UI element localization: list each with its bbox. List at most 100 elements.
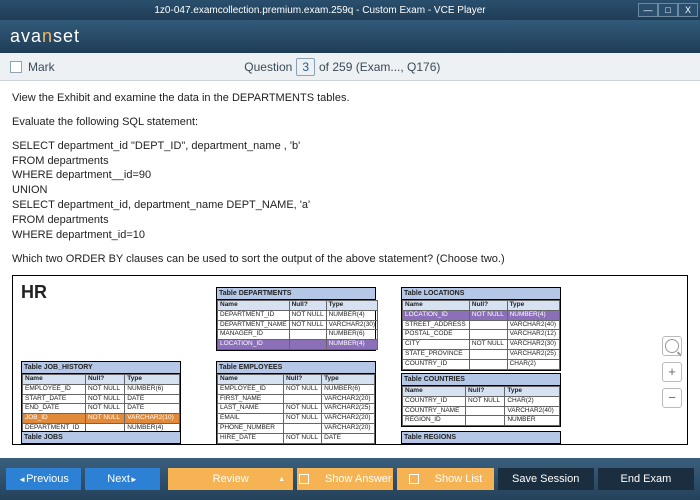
table-caption: Table JOBS <box>22 432 180 444</box>
sql-block: SELECT department_id "DEPT_ID", departme… <box>12 139 688 243</box>
table-cell: NUMBER(4) <box>507 310 559 320</box>
question-label: Question <box>244 60 292 74</box>
close-button[interactable]: X <box>678 3 698 17</box>
table-cell: NOT NULL <box>469 310 507 320</box>
mark-group: Mark <box>10 60 55 74</box>
table-row: LOCATION_IDNOT NULLNUMBER(4) <box>403 310 560 320</box>
zoom-out-button[interactable]: − <box>662 388 682 408</box>
zoom-in-button[interactable]: + <box>662 362 682 382</box>
table-cell: HIRE_DATE <box>218 433 284 443</box>
logo: avanset <box>10 26 80 47</box>
window-controls: — □ X <box>638 3 698 17</box>
table-cell <box>466 406 505 416</box>
col-null: Null? <box>289 301 326 311</box>
table-cell: VARCHAR2(40) <box>505 406 560 416</box>
mark-checkbox[interactable] <box>10 61 22 73</box>
col-type: Type <box>125 375 180 385</box>
col-name: Name <box>403 387 466 397</box>
col-null: Null? <box>85 375 124 385</box>
table-cell: NOT NULL <box>284 414 322 424</box>
tbody-employees: EMPLOYEE_IDNOT NULLNUMBER(6)FIRST_NAMEVA… <box>218 384 375 445</box>
table-departments: Table DEPARTMENTS NameNull?Type DEPARTME… <box>216 287 376 351</box>
table-cell: EMPLOYEE_ID <box>23 384 86 394</box>
table-cell <box>469 350 507 360</box>
previous-button[interactable]: Previous <box>6 468 81 490</box>
table-cell <box>466 416 505 426</box>
table-cell: NOT NULL <box>85 414 124 424</box>
table-cell <box>289 340 326 350</box>
show-list-button[interactable]: Show List <box>397 468 493 490</box>
table-cell: CITY <box>403 340 470 350</box>
table-cell: CHAR(2) <box>507 359 559 369</box>
col-null: Null? <box>466 387 505 397</box>
table-cell: CHAR(2) <box>505 396 560 406</box>
prompt-line-2: Evaluate the following SQL statement: <box>12 115 688 130</box>
table-caption: Table JOB_HISTORY <box>22 362 180 374</box>
table-cell: NOT NULL <box>289 310 326 320</box>
col-type: Type <box>322 375 375 385</box>
save-session-button[interactable]: Save Session <box>498 468 594 490</box>
col-name: Name <box>218 301 290 311</box>
table-cell: NOT NULL <box>289 320 326 330</box>
tbody-departments: DEPARTMENT_IDNOT NULLNUMBER(4)DEPARTMENT… <box>218 310 378 349</box>
table-row: DEPARTMENT_IDNOT NULLNUMBER(4) <box>218 310 378 320</box>
col-null: Null? <box>284 375 322 385</box>
show-list-label: Show List <box>435 473 483 485</box>
table-cell: NOT NULL <box>85 384 124 394</box>
end-exam-button[interactable]: End Exam <box>598 468 694 490</box>
table-cell: LOCATION_ID <box>218 340 290 350</box>
logo-bar: avanset <box>0 20 700 53</box>
question-content: View the Exhibit and examine the data in… <box>0 81 700 458</box>
review-button[interactable]: Review <box>168 468 293 490</box>
table-cell: STREET_ADDRESS <box>403 320 470 330</box>
col-name: Name <box>403 445 461 446</box>
maximize-button[interactable]: □ <box>658 3 678 17</box>
table-cell <box>469 330 507 340</box>
table-cell: NUMBER(4) <box>326 310 377 320</box>
col-type: Type <box>507 301 559 311</box>
table-cell <box>289 330 326 340</box>
table-cell: VARCHAR2(30) <box>507 340 559 350</box>
footer-toolbar: Previous Next Review Show Answer Show Li… <box>0 458 700 500</box>
question-indicator: Question 3 of 259 (Exam..., Q176) <box>55 58 630 76</box>
table-cell: NOT NULL <box>469 340 507 350</box>
table-caption: Table DEPARTMENTS <box>217 288 375 300</box>
table-cell: FIRST_NAME <box>218 394 284 404</box>
table-row: JOB_IDNOT NULLVARCHAR2(10) <box>218 443 375 445</box>
table-cell: JOB_ID <box>218 443 284 445</box>
schema-area: Table DEPARTMENTS NameNull?Type DEPARTME… <box>21 305 679 446</box>
col-name: Name <box>403 301 470 311</box>
tbody-countries: COUNTRY_IDNOT NULLCHAR(2)COUNTRY_NAMEVAR… <box>403 396 560 425</box>
sql-line: WHERE department_id=10 <box>12 228 688 243</box>
col-type: Type <box>110 445 180 446</box>
minimize-button[interactable]: — <box>638 3 658 17</box>
zoom-reset-button[interactable] <box>662 336 682 356</box>
prompt-line-3: Which two ORDER BY clauses can be used t… <box>12 252 688 267</box>
titlebar: 1z0-047.examcollection.premium.exam.259q… <box>0 0 700 20</box>
question-of-text: of 259 (Exam..., Q176) <box>319 60 440 74</box>
table-cell: NUMBER <box>505 416 560 426</box>
table-cell: JOB_ID <box>23 414 86 424</box>
question-bar: Mark Question 3 of 259 (Exam..., Q176) <box>0 53 700 81</box>
col-type: Type <box>326 301 377 311</box>
table-cell <box>469 320 507 330</box>
table-cell: DATE <box>125 404 180 414</box>
table-cell: COUNTRY_NAME <box>403 406 466 416</box>
table-cell <box>284 424 322 434</box>
table-row: START_DATENOT NULLDATE <box>23 394 180 404</box>
table-row: JOB_IDNOT NULLVARCHAR2(10) <box>23 414 180 424</box>
table-row: LOCATION_IDNUMBER(4) <box>218 340 378 350</box>
table-jobs: Table JOBS NameNull?Type JOB_IDNOT NULLV… <box>21 431 181 446</box>
magnifier-icon <box>665 339 679 353</box>
col-null: Null? <box>60 445 110 446</box>
show-answer-button[interactable]: Show Answer <box>297 468 393 490</box>
table-cell: VARCHAR2(30) <box>326 320 377 330</box>
table-cell: VARCHAR2(20) <box>322 414 375 424</box>
table-cell: EMPLOYEE_ID <box>218 384 284 394</box>
sql-line: WHERE department__id=90 <box>12 168 688 183</box>
show-answer-checkbox <box>299 474 309 484</box>
table-cell: DEPARTMENT_ID <box>218 310 290 320</box>
table-cell: COUNTRY_ID <box>403 396 466 406</box>
next-button[interactable]: Next <box>85 468 160 490</box>
table-cell: END_DATE <box>23 404 86 414</box>
